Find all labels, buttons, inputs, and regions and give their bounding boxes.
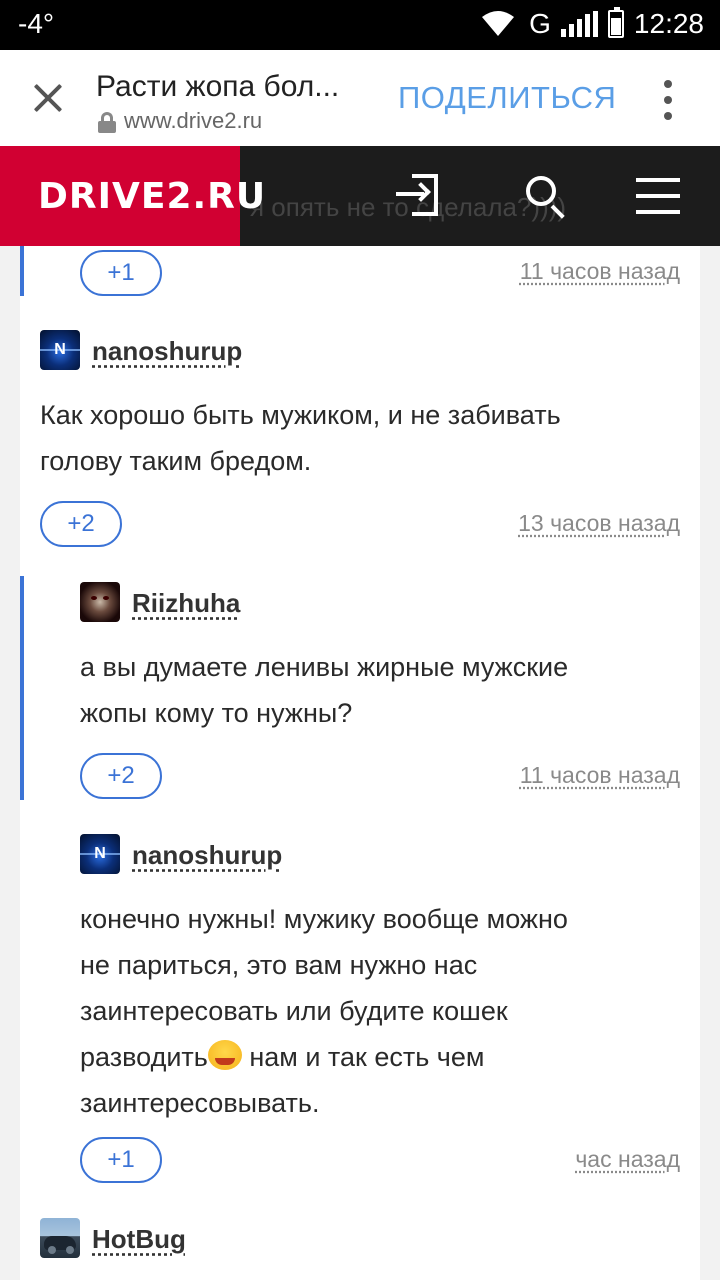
site-header: я опять не то сделала?)))) DRIVE2.RU xyxy=(0,146,720,246)
comments-list: +1 11 часов назад N nanoshurup Как хорош… xyxy=(20,246,700,1280)
browser-toolbar: Расти жопа бол... www.drive2.ru ПОДЕЛИТЬ… xyxy=(0,50,720,146)
comment-line: жопы кому то нужны? xyxy=(80,698,353,728)
search-icon[interactable] xyxy=(522,172,572,220)
reply-thread-line xyxy=(20,246,24,296)
close-icon[interactable] xyxy=(28,78,68,118)
vote-button[interactable]: +2 xyxy=(80,753,162,799)
page-title: Расти жопа бол... xyxy=(96,70,340,103)
site-logo-text: DRIVE2.RU xyxy=(38,176,267,217)
comment-time[interactable]: 11 часов назад xyxy=(520,258,680,285)
network-type: G xyxy=(529,8,551,39)
vote-button[interactable]: +1 xyxy=(80,1137,162,1183)
comment-author[interactable]: nanoshurup xyxy=(92,336,242,367)
status-bar: -4° G 12:28 xyxy=(0,0,720,50)
avatar[interactable]: N xyxy=(80,834,120,874)
comment-fragment: разводить xyxy=(80,1042,208,1072)
comment-line: заинтересовывать. xyxy=(80,1088,320,1118)
comment-line: Как хорошо быть мужиком, и не забивать xyxy=(40,400,561,430)
laughing-emoji-icon xyxy=(207,1040,242,1070)
comment-line: заинтересовать или будите кошек xyxy=(80,996,508,1026)
comment-time[interactable]: 11 часов назад xyxy=(520,762,680,789)
comment-author[interactable]: Riizhuha xyxy=(132,588,240,619)
login-icon[interactable] xyxy=(396,172,446,220)
status-icons: G 12:28 xyxy=(481,7,704,40)
share-button[interactable]: ПОДЕЛИТЬСЯ xyxy=(398,80,616,116)
screen: -4° G 12:28 Расти жопа бол... www.drive2… xyxy=(0,0,720,1280)
vote-button[interactable]: +2 xyxy=(40,501,122,547)
comment-line: конечно нужны! мужику вообще можно xyxy=(80,904,568,934)
avatar[interactable] xyxy=(80,582,120,622)
more-vert-icon[interactable] xyxy=(658,80,678,120)
comment-text: конечно нужны! мужику вообще можно не па… xyxy=(80,896,568,1126)
page-url: www.drive2.ru xyxy=(124,108,263,133)
comment-line: а вы думаете ленивы жирные мужские xyxy=(80,652,569,682)
battery-icon xyxy=(607,7,624,38)
comment-line: разводить нам и так есть чем xyxy=(80,1034,568,1080)
wifi-icon xyxy=(482,11,515,36)
avatar[interactable]: N xyxy=(40,330,80,370)
comment-line: голову таким бредом. xyxy=(40,446,312,476)
signal-icon xyxy=(560,11,598,37)
comment-fragment: нам и так есть чем xyxy=(241,1042,485,1072)
site-logo[interactable]: DRIVE2.RU xyxy=(0,146,265,246)
reply-thread-line xyxy=(20,576,24,800)
comment-line: не париться, это вам нужно нас xyxy=(80,950,478,980)
comment-time[interactable]: час назад xyxy=(575,1146,680,1173)
comment-author[interactable]: HotBug xyxy=(92,1224,186,1255)
comment-author[interactable]: nanoshurup xyxy=(132,840,282,871)
comment-text: а вы думаете ленивы жирные мужские жопы … xyxy=(80,644,568,736)
clock: 12:28 xyxy=(633,8,704,39)
vote-button[interactable]: +1 xyxy=(80,250,162,296)
comment-text: Как хорошо быть мужиком, и не забивать г… xyxy=(40,392,561,484)
temperature-indicator: -4° xyxy=(18,8,55,39)
hamburger-menu-icon[interactable] xyxy=(636,172,686,220)
lock-icon xyxy=(98,112,116,133)
avatar[interactable] xyxy=(40,1218,80,1258)
comment-time[interactable]: 13 часов назад xyxy=(518,510,680,537)
